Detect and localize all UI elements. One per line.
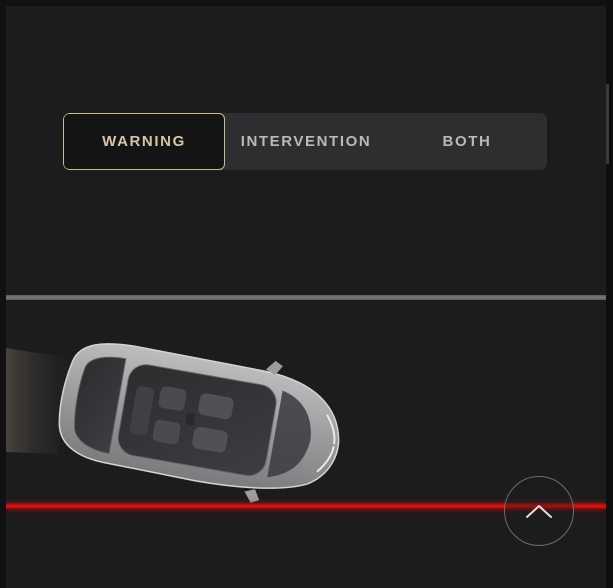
mode-option-label: BOTH [442, 133, 492, 150]
mode-option-both[interactable]: BOTH [387, 113, 547, 170]
scroll-up-button[interactable] [504, 476, 574, 546]
mode-option-warning[interactable]: WARNING [63, 113, 225, 170]
screen-edge [606, 0, 613, 588]
lane-line-left [6, 295, 606, 300]
lane-assist-panel: WARNING INTERVENTION BOTH [6, 6, 606, 588]
edge-highlight [606, 84, 609, 164]
car-illustration [6, 343, 340, 503]
mode-option-label: INTERVENTION [240, 133, 372, 150]
mode-option-label: WARNING [102, 133, 186, 150]
lane-assist-mode-selector: WARNING INTERVENTION BOTH [63, 113, 547, 170]
chevron-up-icon [526, 505, 552, 518]
mode-option-intervention[interactable]: INTERVENTION [225, 113, 387, 170]
